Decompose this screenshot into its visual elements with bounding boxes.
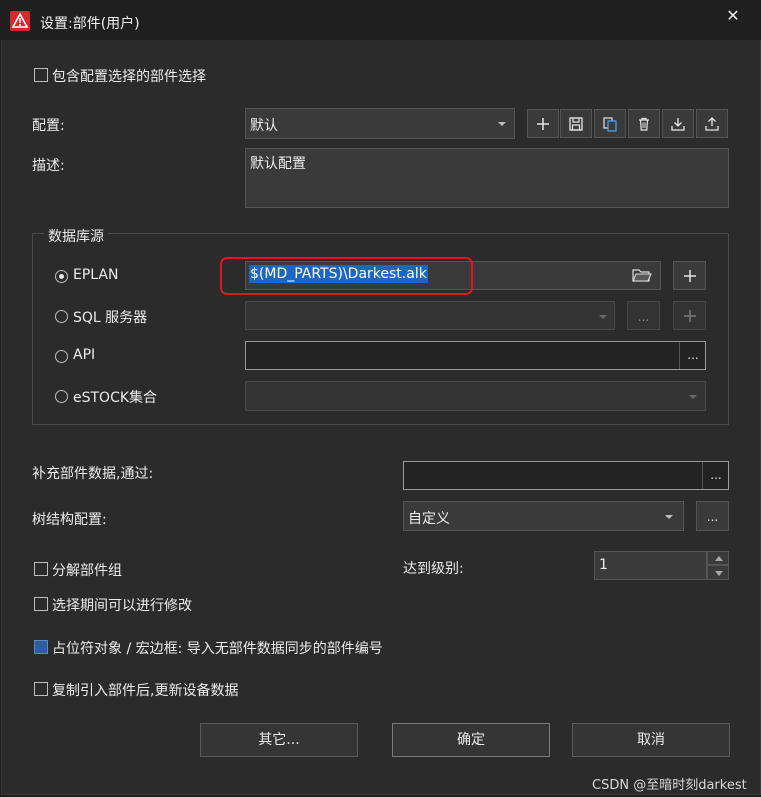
database-source-title: 数据库源 [44, 226, 108, 246]
new-config-button[interactable] [527, 109, 559, 138]
supplement-label: 补充部件数据,通过: [32, 466, 154, 482]
sql-radio[interactable] [55, 310, 68, 323]
ok-button[interactable]: 确定 [392, 723, 550, 757]
eplan-radio[interactable] [55, 270, 68, 283]
save-config-button[interactable] [560, 109, 592, 138]
chevron-down-icon [665, 515, 673, 519]
level-spinner[interactable] [707, 551, 729, 580]
estock-label: eSTOCK集合 [73, 390, 158, 406]
tree-config-value: 自定义 [408, 511, 450, 527]
estock-radio[interactable] [55, 390, 68, 403]
chevron-down-icon [689, 395, 697, 399]
eplan-logo-icon [10, 11, 30, 31]
delete-config-button[interactable] [628, 109, 660, 138]
api-input[interactable]: ... [245, 341, 706, 370]
api-browse-button[interactable]: ... [679, 342, 706, 369]
eplan-label: EPLAN [73, 267, 119, 283]
import-icon [671, 118, 685, 131]
description-value: 默认配置 [250, 156, 306, 172]
copy-icon [603, 117, 617, 132]
tree-config-label: 树结构配置: [32, 512, 107, 528]
chevron-down-icon [715, 571, 723, 576]
tree-config-select[interactable]: 自定义 [403, 501, 684, 531]
add-eplan-button[interactable] [673, 261, 706, 290]
supplement-browse-button[interactable]: ... [702, 462, 729, 489]
estock-select[interactable] [245, 381, 706, 411]
decompose-checkbox[interactable] [34, 562, 48, 576]
description-input[interactable]: 默认配置 [245, 148, 729, 208]
config-label: 配置: [32, 118, 65, 134]
close-icon[interactable]: ✕ [722, 5, 744, 27]
add-sql-button[interactable] [673, 301, 706, 330]
plus-icon [684, 270, 696, 282]
chevron-down-icon [599, 315, 607, 319]
copy-config-button[interactable] [594, 109, 626, 138]
level-input[interactable]: 1 [594, 551, 707, 580]
other-button[interactable]: 其它... [200, 723, 358, 757]
supplement-input[interactable]: ... [403, 461, 729, 490]
copy-update-label: 复制引入部件后,更新设备数据 [52, 683, 239, 699]
sql-label: SQL 服务器 [73, 310, 148, 326]
config-select[interactable]: 默认 [245, 108, 515, 139]
window-title: 设置:部件(用户) [40, 16, 140, 32]
description-label: 描述: [32, 158, 65, 174]
modify-label: 选择期间可以进行修改 [52, 598, 192, 614]
level-value: 1 [599, 557, 608, 573]
import-config-button[interactable] [662, 109, 694, 138]
api-radio[interactable] [55, 350, 68, 363]
plus-icon [537, 118, 549, 130]
watermark: CSDN @至暗时刻darkest [592, 778, 747, 793]
decompose-label: 分解部件组 [52, 563, 122, 579]
config-value: 默认 [250, 118, 278, 134]
cancel-button[interactable]: 取消 [572, 723, 730, 757]
highlight-box [220, 257, 473, 295]
trash-icon [639, 117, 649, 131]
tree-config-more-button[interactable]: ... [696, 501, 729, 531]
export-config-button[interactable] [696, 109, 728, 138]
copy-update-checkbox[interactable] [34, 682, 48, 696]
placeholder-label: 占位符对象 / 宏边框: 导入无部件数据同步的部件编号 [52, 641, 383, 657]
sql-server-select[interactable] [245, 301, 615, 330]
chevron-down-icon [498, 122, 506, 126]
level-label: 达到级别: [403, 561, 464, 577]
folder-open-icon[interactable] [632, 267, 652, 287]
chevron-up-icon [715, 556, 723, 561]
plus-icon [684, 310, 696, 322]
spin-up-button[interactable] [707, 551, 729, 565]
sql-browse-button[interactable]: ... [627, 301, 660, 330]
api-label: API [73, 347, 96, 363]
include-config-label: 包含配置选择的部件选择 [52, 69, 206, 85]
include-config-checkbox[interactable] [34, 68, 48, 82]
save-icon [569, 117, 583, 131]
placeholder-checkbox[interactable] [34, 640, 48, 654]
spin-down-button[interactable] [707, 565, 729, 580]
export-icon [705, 117, 719, 131]
modify-checkbox[interactable] [34, 597, 48, 611]
